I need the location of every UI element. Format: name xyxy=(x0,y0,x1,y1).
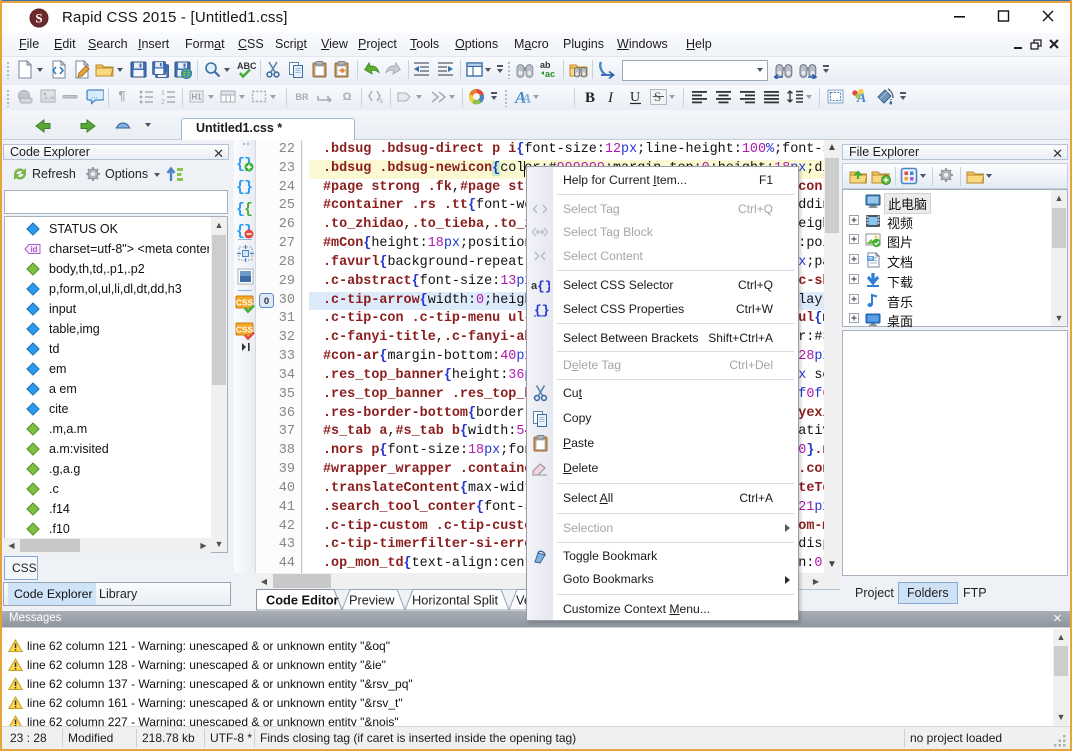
svg-text:S: S xyxy=(35,11,42,26)
svg-text:{}: {} xyxy=(537,279,550,294)
svg-text:Code Editor: Code Editor xyxy=(266,593,339,608)
svg-text:Preview: Preview xyxy=(349,593,395,608)
svg-text:ac: ac xyxy=(545,69,555,79)
svg-text:U: U xyxy=(630,90,640,105)
svg-text:s: s xyxy=(379,96,383,105)
svg-text:...: ... xyxy=(91,91,98,100)
svg-text:CSS: CSS xyxy=(236,325,254,335)
svg-text:A: A xyxy=(521,92,531,106)
svg-text:0: 0 xyxy=(264,296,269,307)
svg-text:1: 1 xyxy=(161,90,165,97)
svg-text:I: I xyxy=(607,90,614,106)
svg-text:BR: BR xyxy=(296,92,309,102)
svg-text:Ω: Ω xyxy=(343,91,352,103)
svg-text:id: id xyxy=(30,245,37,254)
svg-text:B: B xyxy=(585,90,595,106)
svg-text:H1: H1 xyxy=(191,93,202,102)
svg-text:Horizontal Split: Horizontal Split xyxy=(412,593,499,608)
svg-text:CSS: CSS xyxy=(236,298,254,308)
svg-text:{: { xyxy=(244,201,253,218)
svg-text:¶: ¶ xyxy=(118,88,125,103)
svg-text:}: } xyxy=(244,179,253,196)
svg-text:2: 2 xyxy=(161,99,165,106)
svg-text:ABC: ABC xyxy=(237,61,256,71)
